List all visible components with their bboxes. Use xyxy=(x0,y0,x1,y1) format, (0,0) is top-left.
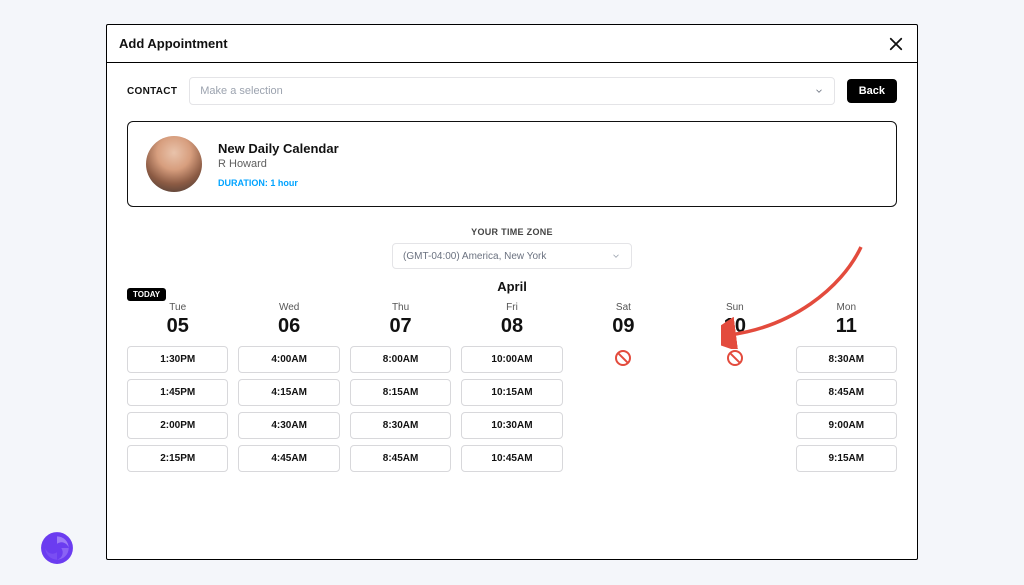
modal-body: CONTACT Make a selection Back New Daily … xyxy=(107,63,917,559)
days-grid: TODAYTue051:30PM1:45PM2:00PM2:15PMWed064… xyxy=(127,302,897,472)
back-button[interactable]: Back xyxy=(847,79,897,103)
day-number: 10 xyxy=(724,315,746,338)
day-number: 06 xyxy=(278,315,300,338)
time-slot[interactable]: 4:15AM xyxy=(238,379,339,406)
time-slot[interactable]: 10:45AM xyxy=(461,445,562,472)
day-name: Mon xyxy=(837,302,856,313)
time-slot[interactable]: 4:30AM xyxy=(238,412,339,439)
day-name: Sat xyxy=(616,302,631,313)
time-slot[interactable]: 1:45PM xyxy=(127,379,228,406)
time-slot[interactable]: 4:45AM xyxy=(238,445,339,472)
time-slot[interactable]: 9:15AM xyxy=(796,445,897,472)
today-badge: TODAY xyxy=(127,288,166,301)
contact-placeholder: Make a selection xyxy=(200,85,283,97)
day-column: Sat 09 xyxy=(573,302,674,472)
chevron-down-icon xyxy=(814,86,824,96)
slot-list: 1:30PM 1:45PM 2:00PM 2:15PM xyxy=(127,346,228,472)
time-slot[interactable]: 8:45AM xyxy=(796,379,897,406)
time-slot[interactable]: 4:00AM xyxy=(238,346,339,373)
day-number: 09 xyxy=(612,315,634,338)
card-duration: DURATION: 1 hour xyxy=(218,178,339,188)
time-slot[interactable]: 9:00AM xyxy=(796,412,897,439)
day-name: Wed xyxy=(279,302,299,313)
day-name: Sun xyxy=(726,302,744,313)
slot-list: 10:00AM 10:15AM 10:30AM 10:45AM xyxy=(461,346,562,472)
day-name: Tue xyxy=(169,302,186,313)
day-number: 11 xyxy=(836,315,857,338)
day-column: Fri 08 10:00AM 10:15AM 10:30AM 10:45AM xyxy=(461,302,562,472)
day-column: Sun 10 xyxy=(684,302,785,472)
card-title: New Daily Calendar xyxy=(218,141,339,156)
time-slot[interactable]: 8:45AM xyxy=(350,445,451,472)
time-slot[interactable]: 10:15AM xyxy=(461,379,562,406)
timezone-select[interactable]: (GMT-04:00) America, New York xyxy=(392,243,632,269)
time-slot[interactable]: 2:00PM xyxy=(127,412,228,439)
day-column: Mon 11 8:30AM 8:45AM 9:00AM 9:15AM xyxy=(796,302,897,472)
month-label: April xyxy=(127,279,897,294)
time-slot[interactable]: 8:00AM xyxy=(350,346,451,373)
day-name: Fri xyxy=(506,302,518,313)
slot-list: 4:00AM 4:15AM 4:30AM 4:45AM xyxy=(238,346,339,472)
time-slot[interactable]: 1:30PM xyxy=(127,346,228,373)
time-slot[interactable]: 10:30AM xyxy=(461,412,562,439)
day-column: Wed 06 4:00AM 4:15AM 4:30AM 4:45AM xyxy=(238,302,339,472)
calendar-card: New Daily Calendar R Howard DURATION: 1 … xyxy=(127,121,897,207)
card-content: New Daily Calendar R Howard DURATION: 1 … xyxy=(218,141,339,188)
close-icon[interactable] xyxy=(887,35,905,53)
time-slot[interactable]: 8:15AM xyxy=(350,379,451,406)
contact-label: CONTACT xyxy=(127,86,177,97)
day-number: 07 xyxy=(389,315,411,338)
time-slot[interactable]: 8:30AM xyxy=(796,346,897,373)
timezone-label: YOUR TIME ZONE xyxy=(127,227,897,237)
day-number: 08 xyxy=(501,315,523,338)
modal-title: Add Appointment xyxy=(119,36,228,51)
time-slot[interactable]: 2:15PM xyxy=(127,445,228,472)
modal-header: Add Appointment xyxy=(107,25,917,63)
contact-row: CONTACT Make a selection Back xyxy=(127,77,897,105)
card-subtitle: R Howard xyxy=(218,158,339,170)
timezone-section: YOUR TIME ZONE (GMT-04:00) America, New … xyxy=(127,227,897,269)
brand-logo-icon xyxy=(40,531,74,565)
day-name: Thu xyxy=(392,302,409,313)
unavailable-icon xyxy=(615,350,631,366)
avatar xyxy=(146,136,202,192)
unavailable-icon xyxy=(727,350,743,366)
chevron-down-icon xyxy=(611,251,621,261)
day-number: 05 xyxy=(167,315,189,338)
time-slot[interactable]: 8:30AM xyxy=(350,412,451,439)
contact-select[interactable]: Make a selection xyxy=(189,77,834,105)
day-column: TODAYTue051:30PM1:45PM2:00PM2:15PM xyxy=(127,302,228,472)
add-appointment-modal: Add Appointment CONTACT Make a selection… xyxy=(106,24,918,560)
time-slot[interactable]: 10:00AM xyxy=(461,346,562,373)
timezone-value: (GMT-04:00) America, New York xyxy=(403,251,546,262)
slot-list: 8:30AM 8:45AM 9:00AM 9:15AM xyxy=(796,346,897,472)
slot-list: 8:00AM 8:15AM 8:30AM 8:45AM xyxy=(350,346,451,472)
day-column: Thu 07 8:00AM 8:15AM 8:30AM 8:45AM xyxy=(350,302,451,472)
